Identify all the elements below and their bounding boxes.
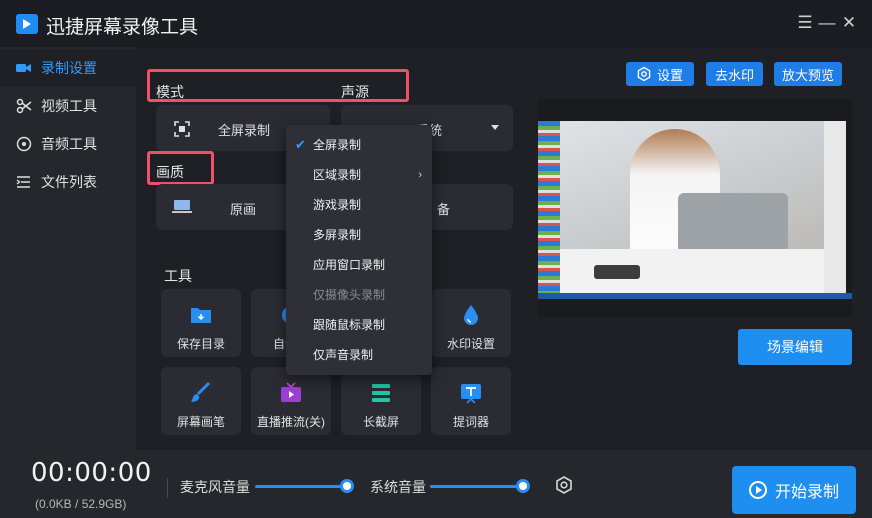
highlight-box-mode <box>147 69 409 102</box>
phone-figure <box>594 265 640 279</box>
tool-screen-brush[interactable]: 屏幕画笔 <box>161 367 241 435</box>
remove-watermark-button[interactable]: 去水印 <box>706 62 763 86</box>
system-volume-label: 系统音量 <box>370 479 426 495</box>
chevron-right-icon: › <box>418 169 422 181</box>
menu-item-label: 游戏录制 <box>313 198 362 212</box>
scene-edit-button[interactable]: 场景编辑 <box>738 329 852 365</box>
highlight-box-quality <box>147 151 214 185</box>
settings-button[interactable]: 设置 <box>626 62 694 86</box>
menu-item-label: 应用窗口录制 <box>313 258 386 272</box>
tool-label: 提词器 <box>452 415 489 429</box>
menu-item-audio-only[interactable]: 仅声音录制 <box>286 340 432 370</box>
sidebar-item-label: 音频工具 <box>41 136 97 152</box>
tool-save-directory[interactable]: 保存目录 <box>161 289 241 357</box>
record-mode-dropdown: ✔ 全屏录制 区域录制 › 游戏录制 多屏录制 应用窗口录制 仅摄像头录制 跟随… <box>286 125 432 375</box>
output-value: 备 <box>437 202 451 217</box>
system-volume-knob[interactable] <box>516 479 530 493</box>
desktop-side-panel <box>824 121 846 293</box>
tv-stream-icon <box>280 382 302 404</box>
checkmark-icon: ✔ <box>295 137 306 152</box>
start-recording-button[interactable]: 开始录制 <box>732 466 856 514</box>
zoom-preview-button[interactable]: 放大预览 <box>774 62 842 86</box>
file-size-readout: (0.0KB / 52.9GB) <box>35 497 127 511</box>
sidebar-item-label: 文件列表 <box>41 174 97 190</box>
menu-item-camera-only: 仅摄像头录制 <box>286 280 432 310</box>
tool-watermark[interactable]: 水印设置 <box>431 289 511 357</box>
menu-item-region[interactable]: 区域录制 › <box>286 160 432 190</box>
tool-label: 屏幕画笔 <box>176 415 225 429</box>
tool-label: 水印设置 <box>446 337 495 351</box>
tool-live-stream[interactable]: 直播推流(关) <box>251 367 331 435</box>
desktop-taskbar <box>538 293 852 299</box>
app-logo-icon <box>16 14 38 34</box>
close-button[interactable]: ✕ <box>838 12 860 34</box>
menu-item-label: 跟随鼠标录制 <box>313 318 386 332</box>
menu-item-label: 区域录制 <box>313 168 362 182</box>
tool-long-screenshot[interactable]: 长截屏 <box>341 367 421 435</box>
tools-title: 工具 <box>164 268 192 284</box>
settings-gear-icon[interactable] <box>555 476 573 494</box>
menu-icon[interactable]: ☰ <box>794 12 816 34</box>
gear-icon <box>637 66 651 82</box>
tool-teleprompter[interactable]: 提词器 <box>431 367 511 435</box>
settings-label: 设置 <box>656 67 683 83</box>
menu-item-label: 仅摄像头录制 <box>313 288 386 302</box>
menu-item-label: 仅声音录制 <box>313 348 374 362</box>
laptop-figure <box>678 193 788 253</box>
main-panel: 模式 声源 全屏录制 系统 画质 原画 备 工具 保存目录 自动停 <box>136 47 872 450</box>
desktop-icons-strip <box>538 121 560 293</box>
brush-icon <box>190 382 212 404</box>
sidebar-item-label: 录制设置 <box>41 60 97 76</box>
long-screenshot-icon <box>370 382 392 404</box>
play-icon <box>748 481 767 499</box>
sidebar-item-label: 视频工具 <box>41 98 97 114</box>
chevron-down-icon <box>491 125 499 130</box>
sidebar-item-video-tools[interactable]: 视频工具 <box>0 87 136 125</box>
teleprompter-icon <box>460 382 482 404</box>
menu-item-app-window[interactable]: 应用窗口录制 <box>286 250 432 280</box>
sidebar-item-file-list[interactable]: 文件列表 <box>0 163 136 201</box>
tool-label: 长截屏 <box>362 415 399 429</box>
start-recording-label: 开始录制 <box>774 484 839 501</box>
menu-item-game[interactable]: 游戏录制 <box>286 190 432 220</box>
quality-value: 原画 <box>230 202 257 217</box>
mic-volume-label: 麦克风音量 <box>180 479 250 495</box>
mode-value: 全屏录制 <box>218 123 271 138</box>
menu-item-label: 全屏录制 <box>313 138 362 152</box>
preview-image <box>560 121 824 293</box>
tool-label: 保存目录 <box>176 337 225 351</box>
recording-preview <box>538 99 852 317</box>
folder-icon <box>190 304 212 326</box>
menu-item-follow-mouse[interactable]: 跟随鼠标录制 <box>286 310 432 340</box>
sidebar-item-record-settings[interactable]: 录制设置 <box>0 49 136 87</box>
title-bar: 迅捷屏幕录像工具 ☰ — ✕ <box>0 0 872 47</box>
mic-volume-slider[interactable] <box>255 485 347 488</box>
video-camera-icon <box>16 60 32 76</box>
app-title: 迅捷屏幕录像工具 <box>46 17 199 38</box>
divider <box>167 478 168 498</box>
sidebar: 录制设置 视频工具 音频工具 文件列表 <box>0 47 136 450</box>
file-list-icon <box>16 174 32 190</box>
mic-volume-knob[interactable] <box>340 479 354 493</box>
monitor-icon <box>172 200 192 214</box>
bottom-bar: 00:00:00 (0.0KB / 52.9GB) 麦克风音量 系统音量 开始录… <box>0 450 872 518</box>
fullscreen-icon <box>174 121 190 137</box>
audio-disc-icon <box>16 136 32 152</box>
menu-item-fullscreen[interactable]: ✔ 全屏录制 <box>286 130 432 160</box>
scissors-icon <box>16 98 32 114</box>
menu-item-label: 多屏录制 <box>313 228 362 242</box>
sidebar-item-audio-tools[interactable]: 音频工具 <box>0 125 136 163</box>
recording-timer: 00:00:00 <box>31 458 152 488</box>
water-drop-icon <box>460 304 482 326</box>
menu-item-multi-screen[interactable]: 多屏录制 <box>286 220 432 250</box>
minimize-button[interactable]: — <box>816 12 838 34</box>
tool-label: 直播推流(关) <box>257 415 325 429</box>
system-volume-slider[interactable] <box>430 485 523 488</box>
